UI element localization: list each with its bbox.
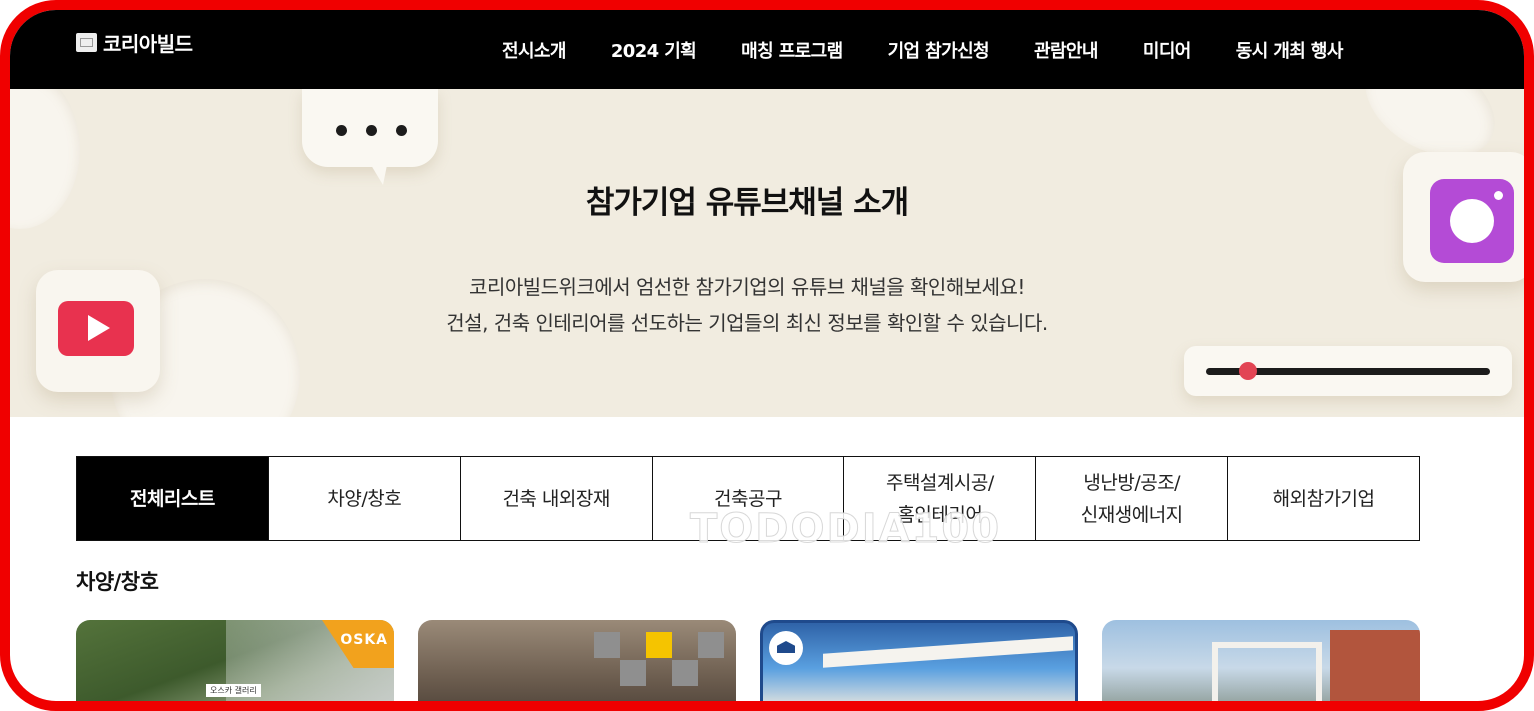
nav-item-concurrent-events[interactable]: 동시 개최 행사 — [1236, 37, 1344, 63]
nav-item-media[interactable]: 미디어 — [1143, 37, 1191, 63]
tab-housing-interior[interactable]: 주택설계시공/홈인테리어 — [843, 457, 1035, 540]
hero-banner: 참가기업 유튜브채널 소개 코리아빌드위크에서 엄선한 참가기업의 유튜브 채널… — [10, 89, 1524, 417]
tab-label: 건축공구 — [714, 487, 782, 510]
tab-label: 차양/창호 — [327, 487, 402, 510]
category-tabs: 전체리스트 차양/창호 건축 내외장재 건축공구 주택설계시공/홈인테리어 냉난… — [76, 456, 1420, 541]
thumbnail-label: 오스카 갤러리 — [206, 684, 261, 697]
tab-building-tools[interactable]: 건축공구 — [651, 457, 844, 540]
hero-description: 코리아빌드위크에서 엄선한 참가기업의 유튜브 채널을 확인해보세요! 건설, … — [10, 269, 1484, 341]
tab-all-list[interactable]: 전체리스트 — [77, 457, 268, 540]
main-nav: 전시소개 2024 기획 매칭 프로그램 기업 참가신청 관람안내 미디어 동시… — [502, 10, 1343, 89]
thumbnail-tile — [646, 632, 672, 658]
tab-label: 냉난방/공조/ — [1083, 471, 1181, 494]
brand-logo-icon — [769, 631, 803, 665]
section-title: 차양/창호 — [76, 570, 159, 594]
nav-item-matching-program[interactable]: 매칭 프로그램 — [741, 37, 843, 63]
browser-frame: 코리아빌드 전시소개 2024 기획 매칭 프로그램 기업 참가신청 관람안내 … — [0, 0, 1534, 711]
thumbnail-tile — [672, 660, 698, 686]
nav-item-company-registration[interactable]: 기업 참가신청 — [888, 37, 990, 63]
thumbnail-image — [1330, 630, 1420, 701]
tab-label: 신재생에너지 — [1080, 503, 1183, 526]
thumbnail-image — [1212, 642, 1322, 701]
nav-item-exhibition-intro[interactable]: 전시소개 — [502, 37, 566, 63]
thumbnail-tile — [620, 660, 646, 686]
thumbnail-image — [823, 636, 1073, 668]
tab-building-materials[interactable]: 건축 내외장재 — [459, 457, 652, 540]
bubble-dot — [336, 125, 347, 136]
thumbnail-tile — [594, 632, 620, 658]
video-thumbnail[interactable] — [1102, 620, 1420, 701]
tab-label: 해외참가기업 — [1272, 487, 1375, 510]
tab-label: 주택설계시공/ — [885, 471, 994, 494]
video-thumbnail[interactable] — [418, 620, 736, 701]
video-thumbnail[interactable] — [760, 620, 1078, 701]
logo-icon — [76, 33, 97, 52]
site-logo[interactable]: 코리아빌드 — [76, 28, 193, 57]
bubble-dot — [396, 125, 407, 136]
tab-hvac-energy[interactable]: 냉난방/공조/신재생에너지 — [1035, 457, 1227, 540]
slider-icon — [1184, 346, 1512, 396]
hero-description-line: 건설, 건축 인테리어를 선도하는 기업들의 최신 정보를 확인할 수 있습니다… — [446, 311, 1048, 335]
page-title: 참가기업 유튜브채널 소개 — [585, 185, 909, 221]
bubble-dot — [366, 125, 377, 136]
thumbnail-tile — [698, 632, 724, 658]
nav-item-2024-plan[interactable]: 2024 기획 — [611, 37, 697, 63]
tab-label: 전체리스트 — [129, 487, 215, 510]
nav-item-visitor-guide[interactable]: 관람안내 — [1034, 37, 1098, 63]
tab-label: 홈인테리어 — [897, 503, 983, 526]
brand-text: OSKA — [340, 632, 388, 648]
top-navigation-bar: 코리아빌드 전시소개 2024 기획 매칭 프로그램 기업 참가신청 관람안내 … — [10, 10, 1524, 89]
tab-shades-windows[interactable]: 차양/창호 — [267, 457, 460, 540]
tab-overseas-companies[interactable]: 해외참가기업 — [1227, 457, 1419, 540]
hero-description-line: 코리아빌드위크에서 엄선한 참가기업의 유튜브 채널을 확인해보세요! — [469, 275, 1025, 299]
tab-label: 건축 내외장재 — [502, 487, 610, 510]
slider-knob — [1239, 362, 1257, 380]
logo-text: 코리아빌드 — [103, 32, 193, 56]
video-thumbnail[interactable]: OSKA 오스카 갤러리 — [76, 620, 394, 701]
